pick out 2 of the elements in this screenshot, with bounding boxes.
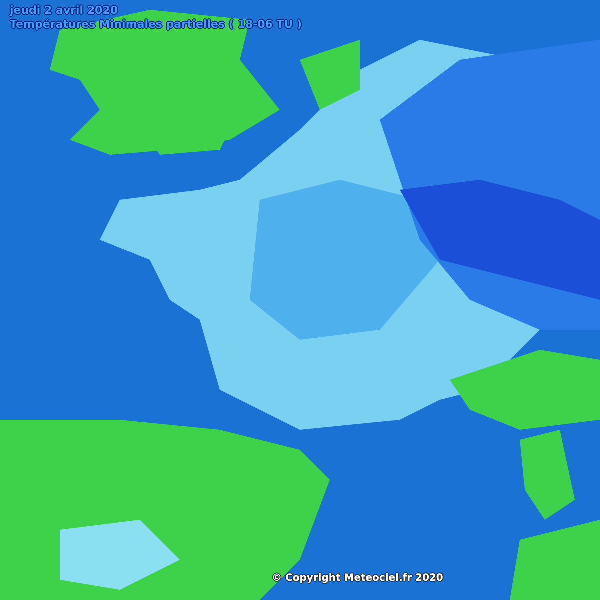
map-date: jeudi 2 avril 2020 [10, 4, 120, 17]
copyright-text: © Copyright Meteociel.fr 2020 [272, 573, 444, 584]
